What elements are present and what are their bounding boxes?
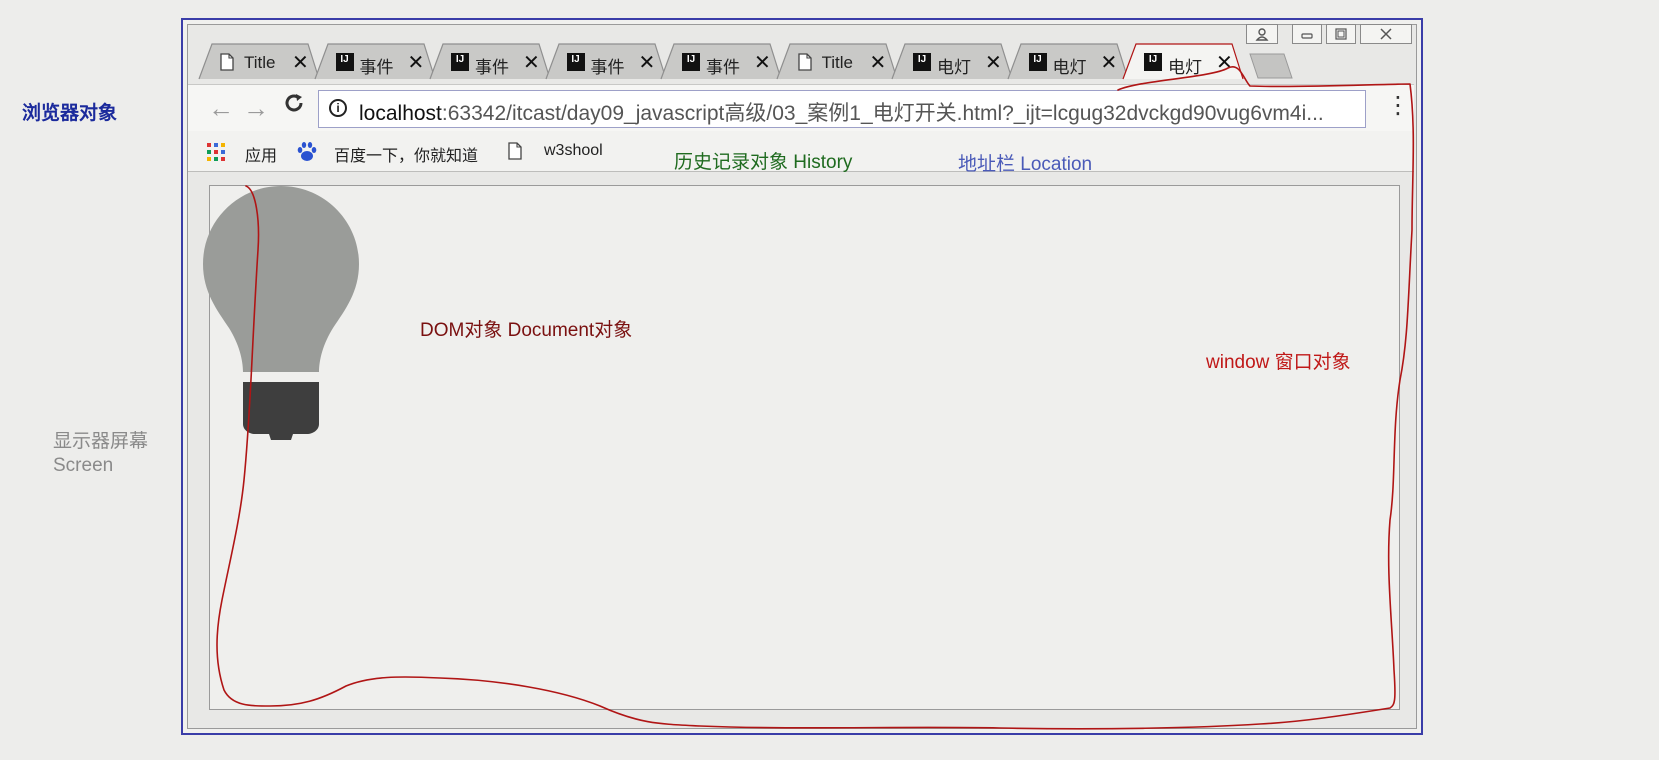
tab-close-icon[interactable]: ✕: [292, 50, 309, 75]
tab-5[interactable]: IJ 事件 ✕: [660, 42, 782, 80]
page-icon: [220, 53, 238, 71]
tab-close-icon[interactable]: ✕: [754, 50, 771, 75]
intellij-icon: IJ: [335, 53, 354, 71]
url-text[interactable]: localhost:63342/itcast/day09_javascript高…: [359, 97, 1324, 127]
tab-4[interactable]: IJ 事件 ✕: [544, 42, 667, 80]
tab-title: Title: [821, 53, 854, 72]
intellij-icon: IJ: [1028, 53, 1047, 71]
dom-annotation: DOM对象 Document对象: [420, 320, 633, 341]
bookmark-apps[interactable]: 应用: [245, 142, 277, 166]
screen-annotation-line1: 显示器屏幕: [53, 431, 149, 452]
forward-button[interactable]: →: [243, 93, 269, 123]
intellij-icon: IJ: [451, 53, 469, 71]
minimize-icon: [1301, 33, 1313, 39]
tab-title: 事件: [706, 58, 740, 77]
intellij-icon: IJ: [1144, 53, 1162, 71]
tab-close-icon[interactable]: ✕: [1101, 50, 1118, 75]
window-annotation: window 窗口对象: [1206, 352, 1351, 373]
tab-title: 事件: [475, 58, 509, 77]
location-annotation: 地址栏 Location: [958, 154, 1093, 175]
tab-close-icon[interactable]: ✕: [408, 50, 425, 75]
tab-title: 事件: [590, 58, 625, 77]
bookmark-baidu[interactable]: 百度一下，你就知道: [334, 142, 478, 166]
tab-1[interactable]: Title ✕: [198, 42, 320, 80]
tab-9[interactable]: IJ 电灯 ✕: [1122, 42, 1244, 80]
tab-close-icon[interactable]: ✕: [639, 50, 656, 75]
close-window-button[interactable]: [1360, 24, 1412, 44]
tab-close-icon[interactable]: ✕: [985, 50, 1002, 75]
url-path: :63342/itcast/day09_javascript高级/03_案例1_…: [441, 102, 1324, 125]
browser-object-annotation: 浏览器对象: [22, 103, 118, 124]
profile-button[interactable]: [1246, 24, 1278, 44]
tab-close-icon[interactable]: ✕: [870, 50, 887, 75]
info-icon[interactable]: i: [329, 99, 347, 117]
apps-grid-icon[interactable]: [207, 143, 225, 166]
back-button[interactable]: ←: [208, 93, 234, 123]
tab-close-icon[interactable]: ✕: [1216, 50, 1233, 75]
tab-close-icon[interactable]: ✕: [523, 50, 540, 75]
page-icon: [797, 53, 816, 71]
reload-button[interactable]: [282, 91, 306, 121]
screen-annotation-line2: Screen: [53, 455, 114, 476]
baidu-paw-icon: [296, 141, 318, 168]
tab-6[interactable]: Title ✕: [775, 42, 898, 80]
url-host: localhost: [359, 102, 442, 125]
minimize-button[interactable]: [1292, 24, 1322, 44]
page-icon: [508, 142, 522, 165]
bookmark-w3school[interactable]: w3shool: [544, 142, 603, 160]
page-viewport: [209, 185, 1400, 710]
tab-3[interactable]: IJ 事件 ✕: [429, 42, 551, 80]
tab-title: 电灯: [937, 58, 971, 77]
reload-icon: [285, 94, 303, 112]
close-icon: [1380, 28, 1392, 40]
tab-title: 事件: [359, 58, 394, 77]
intellij-icon: IJ: [566, 53, 585, 71]
tab-title: 电灯: [1168, 58, 1202, 77]
new-tab-button[interactable]: [1248, 53, 1294, 79]
tab-title: 电灯: [1052, 58, 1087, 77]
address-bar[interactable]: i localhost:63342/itcast/day09_javascrip…: [318, 90, 1366, 128]
tab-8[interactable]: IJ 电灯 ✕: [1006, 42, 1129, 80]
restore-icon: [1335, 28, 1347, 40]
tab-2[interactable]: IJ 事件 ✕: [313, 42, 436, 80]
intellij-icon: IJ: [913, 53, 931, 71]
light-bulb-image[interactable]: [203, 184, 359, 440]
history-annotation: 历史记录对象 History: [674, 152, 853, 173]
intellij-icon: IJ: [682, 53, 700, 71]
tab-title: Title: [244, 53, 276, 72]
profile-icon: [1255, 28, 1269, 41]
maximize-button[interactable]: [1326, 24, 1356, 44]
tab-7[interactable]: IJ 电灯 ✕: [891, 42, 1013, 80]
menu-button[interactable]: ⋮: [1386, 91, 1410, 121]
